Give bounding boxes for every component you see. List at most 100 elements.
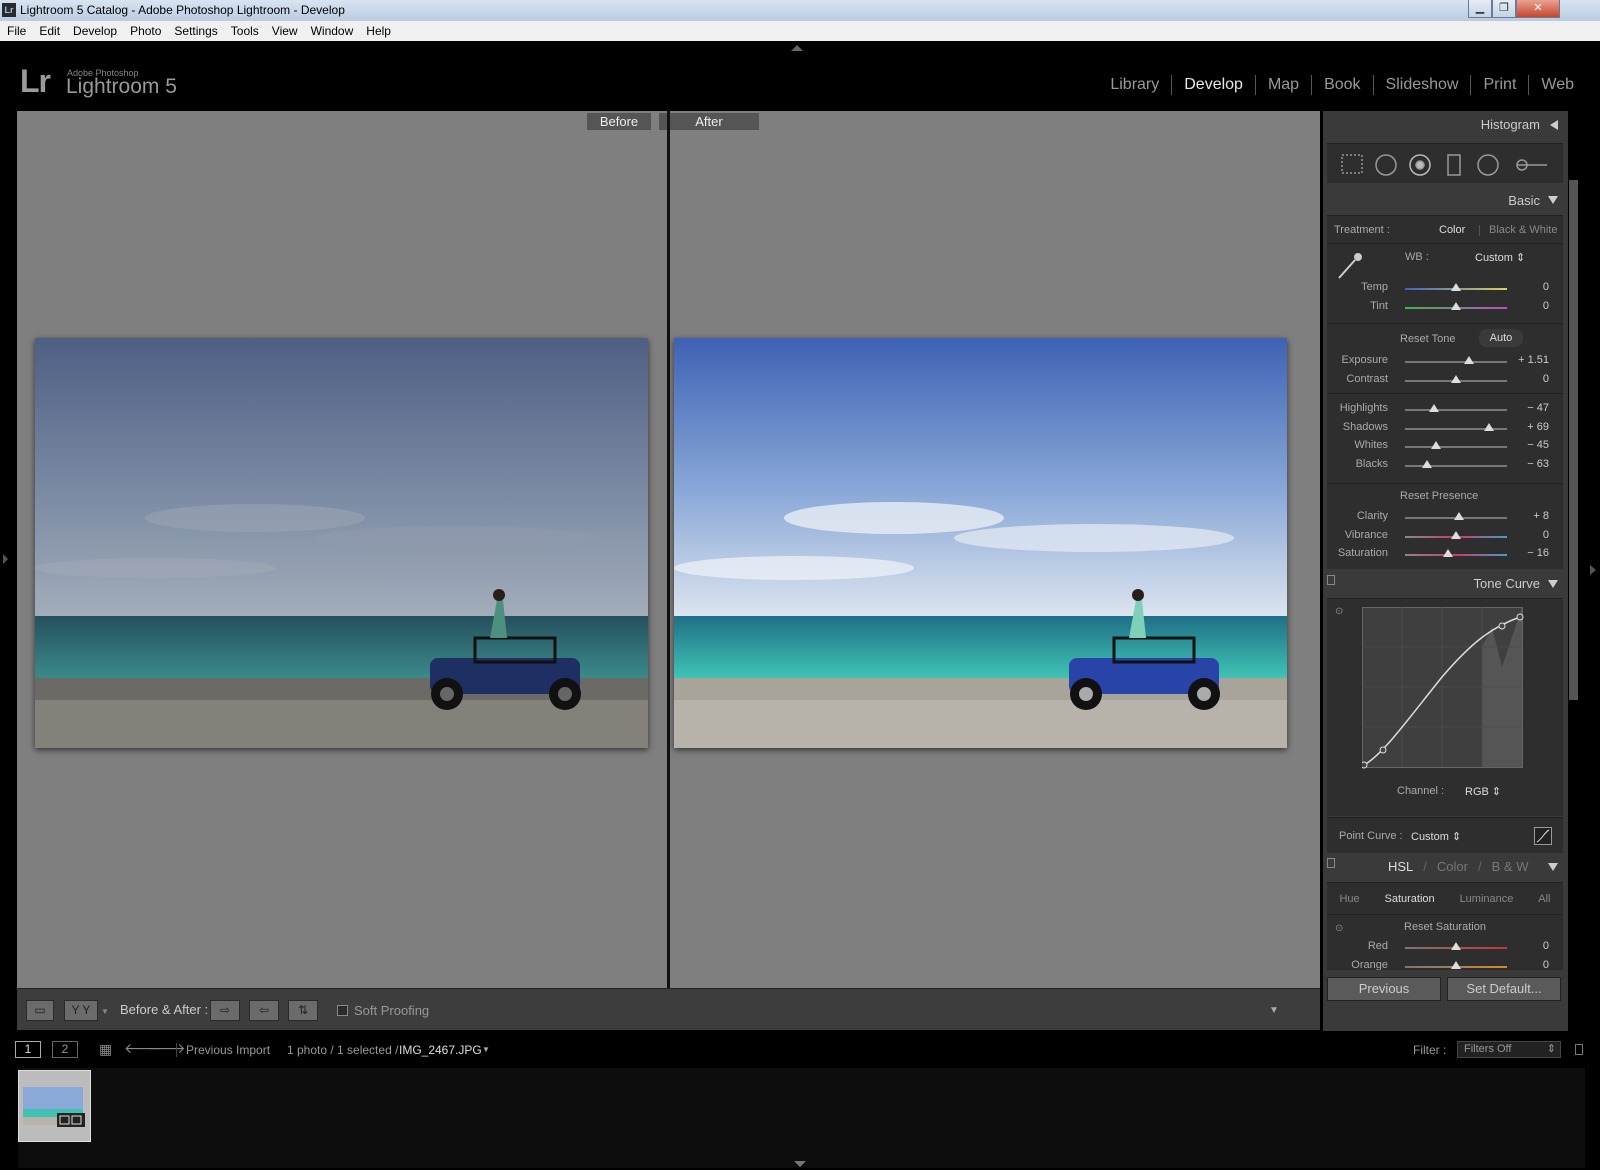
slider-track[interactable] xyxy=(1405,554,1507,556)
slider-contrast[interactable]: Contrast 0 xyxy=(1327,371,1563,390)
module-map[interactable]: Map xyxy=(1254,75,1311,95)
slider-red[interactable]: Red 0 xyxy=(1327,938,1563,957)
basic-header[interactable]: Basic xyxy=(1323,187,1568,215)
histogram-header[interactable]: Histogram xyxy=(1323,111,1568,139)
slider-vibrance[interactable]: Vibrance 0 xyxy=(1327,527,1563,546)
slider-value[interactable]: 0 xyxy=(1543,373,1549,385)
target-adjust-icon[interactable]: ⊙ xyxy=(1335,606,1343,617)
slider-knob[interactable] xyxy=(1430,441,1441,449)
reset-presence-button[interactable]: Reset Presence xyxy=(1400,490,1478,502)
menu-photo[interactable]: Photo xyxy=(130,21,161,41)
slider-value[interactable]: 0 xyxy=(1543,281,1549,293)
menu-settings[interactable]: Settings xyxy=(174,21,217,41)
hsl-tab[interactable]: HSL xyxy=(1388,853,1413,881)
slider-knob[interactable] xyxy=(1451,942,1461,950)
source-label[interactable]: Previous Import xyxy=(186,1043,270,1057)
reset-saturation-button[interactable]: Reset Saturation xyxy=(1404,921,1486,933)
slider-value[interactable]: − 16 xyxy=(1527,547,1549,559)
after-photo[interactable] xyxy=(674,338,1287,748)
slider-knob[interactable] xyxy=(1422,459,1433,468)
basic-collapse-icon[interactable] xyxy=(1548,196,1558,204)
slider-blacks[interactable]: Blacks − 63 xyxy=(1327,456,1563,475)
slider-value[interactable]: + 1.51 xyxy=(1518,354,1549,366)
slider-value[interactable]: 0 xyxy=(1543,959,1549,971)
slider-saturation[interactable]: Saturation − 16 xyxy=(1327,545,1563,564)
slider-exposure[interactable]: Exposure + 1.51 xyxy=(1327,352,1563,371)
module-book[interactable]: Book xyxy=(1311,75,1372,95)
copy-after-to-before-button[interactable]: ⇦ xyxy=(249,1000,279,1021)
menu-edit[interactable]: Edit xyxy=(39,21,60,41)
filter-dropdown[interactable]: Filters Off ⇕ xyxy=(1457,1041,1561,1058)
slider-track[interactable] xyxy=(1405,409,1507,411)
before-after-view-button[interactable]: Y Y xyxy=(64,1000,98,1021)
menu-file[interactable]: File xyxy=(7,21,26,41)
minimize-button[interactable]: ▁ xyxy=(1468,0,1492,18)
histogram-expand-icon[interactable] xyxy=(1550,120,1558,130)
slider-value[interactable]: + 8 xyxy=(1533,510,1549,522)
slider-clarity[interactable]: Clarity + 8 xyxy=(1327,508,1563,527)
color-tab[interactable]: Color xyxy=(1437,853,1468,881)
tone-curve-header[interactable]: Tone Curve xyxy=(1323,570,1568,598)
slider-value[interactable]: − 45 xyxy=(1527,439,1549,451)
slider-knob[interactable] xyxy=(1442,549,1453,557)
slider-whites[interactable]: Whites − 45 xyxy=(1327,437,1563,456)
slider-track[interactable] xyxy=(1405,446,1507,448)
slider-knob[interactable] xyxy=(1483,422,1494,431)
slider-temp[interactable]: Temp 0 xyxy=(1327,279,1563,298)
hsl-subtab-luminance[interactable]: Luminance xyxy=(1460,893,1514,905)
filmstrip-toggle-icon[interactable] xyxy=(794,1161,806,1167)
module-library[interactable]: Library xyxy=(1098,75,1171,95)
slider-value[interactable]: 0 xyxy=(1543,529,1549,541)
treatment-bw[interactable]: Black & White xyxy=(1489,224,1557,236)
previous-button[interactable]: Previous xyxy=(1327,977,1441,1001)
copy-before-to-after-button[interactable]: ⇨ xyxy=(210,1000,240,1021)
set-default-button[interactable]: Set Default... xyxy=(1447,977,1561,1001)
module-print[interactable]: Print xyxy=(1470,75,1528,95)
hsl-toggle-switch[interactable] xyxy=(1327,858,1335,868)
slider-knob[interactable] xyxy=(1428,404,1439,412)
loupe-view-button[interactable]: ▭ xyxy=(26,1000,54,1021)
menu-develop[interactable]: Develop xyxy=(73,21,117,41)
module-slideshow[interactable]: Slideshow xyxy=(1372,75,1471,95)
maximize-button[interactable]: ❐ xyxy=(1492,0,1516,18)
slider-highlights[interactable]: Highlights − 47 xyxy=(1327,400,1563,419)
left-panel-toggle-icon[interactable] xyxy=(3,554,8,564)
top-panel-toggle-icon[interactable] xyxy=(791,45,803,51)
before-photo[interactable] xyxy=(35,338,648,748)
treatment-color[interactable]: Color xyxy=(1439,224,1465,236)
menu-help[interactable]: Help xyxy=(366,21,391,41)
filter-lock-icon[interactable] xyxy=(1575,1044,1583,1055)
window-1-button[interactable]: 1 xyxy=(15,1041,41,1058)
window-2-button[interactable]: 2 xyxy=(52,1041,78,1058)
slider-value[interactable]: − 63 xyxy=(1527,458,1549,470)
slider-value[interactable]: 0 xyxy=(1543,300,1549,312)
swap-before-after-button[interactable]: ⇅ xyxy=(288,1000,318,1021)
right-panel-toggle-icon[interactable] xyxy=(1590,565,1596,575)
right-panel-scrollbar[interactable] xyxy=(1569,180,1578,700)
filename-dropdown-icon[interactable]: ▼ xyxy=(482,1045,490,1054)
slider-orange[interactable]: Orange 0 xyxy=(1327,957,1563,971)
reset-tone-button[interactable]: Reset Tone xyxy=(1400,333,1455,345)
module-web[interactable]: Web xyxy=(1528,75,1586,95)
menu-window[interactable]: Window xyxy=(311,21,354,41)
hsl-subtab-saturation[interactable]: Saturation xyxy=(1385,893,1435,905)
channel-dropdown[interactable]: RGB ⇕ xyxy=(1465,785,1501,798)
edit-point-curve-button[interactable] xyxy=(1534,827,1552,845)
hsl-target-adjust-icon[interactable]: ⊙ xyxy=(1335,923,1343,934)
slider-value[interactable]: 0 xyxy=(1543,940,1549,952)
point-curve-dropdown[interactable]: Custom ⇕ xyxy=(1411,830,1461,843)
hsl-subtab-all[interactable]: All xyxy=(1538,893,1550,905)
slider-knob[interactable] xyxy=(1454,512,1465,520)
slider-track[interactable] xyxy=(1405,464,1507,467)
hsl-subtab-hue[interactable]: Hue xyxy=(1339,893,1359,905)
wb-eyedropper-icon[interactable] xyxy=(1335,250,1365,280)
slider-value[interactable]: − 47 xyxy=(1527,402,1549,414)
bw-tab[interactable]: B & W xyxy=(1492,853,1529,881)
forward-arrow-icon[interactable]: 🡒 xyxy=(148,1040,186,1057)
slider-knob[interactable] xyxy=(1464,356,1475,364)
slider-value[interactable]: + 69 xyxy=(1527,421,1549,433)
slider-knob[interactable] xyxy=(1451,530,1461,539)
tone-curve-collapse-icon[interactable] xyxy=(1548,580,1558,588)
slider-knob[interactable] xyxy=(1451,374,1461,383)
grid-icon[interactable]: ▦ xyxy=(99,1041,112,1058)
